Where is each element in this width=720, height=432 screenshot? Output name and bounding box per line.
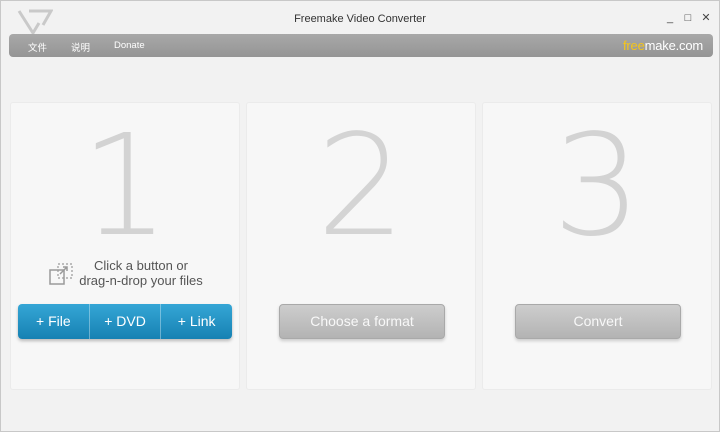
close-button[interactable]: ✕ <box>699 11 713 25</box>
add-link-button[interactable]: + Link <box>160 304 232 339</box>
step-panel-convert: 3 Convert <box>482 102 712 390</box>
step-number-1: 1 <box>80 105 170 268</box>
window-title: Freemake Video Converter <box>294 13 426 25</box>
brand-rest: make.com <box>644 38 704 53</box>
step-number-3: 3 <box>552 105 642 268</box>
step-panel-add[interactable]: 1 Click a button or drag-n-drop your fil… <box>10 102 240 390</box>
maximize-button[interactable]: □ <box>681 11 695 25</box>
menu-bar: 文件 说明 Donate freemake.com <box>9 34 713 57</box>
menu-donate[interactable]: Donate <box>114 40 145 51</box>
menu-help[interactable]: 说明 <box>71 40 90 54</box>
convert-button[interactable]: Convert <box>515 304 681 339</box>
brand-free: free <box>623 38 645 53</box>
minimize-button[interactable]: _ <box>663 11 677 25</box>
step-panel-format: 2 Choose a format <box>246 102 476 390</box>
title-bar[interactable]: Freemake Video Converter _ □ ✕ <box>1 1 719 35</box>
hint-line-2: drag-n-drop your files <box>79 273 203 288</box>
brand-link[interactable]: freemake.com <box>623 38 703 53</box>
hint-line-1: Click a button or <box>94 258 188 273</box>
app-window: Freemake Video Converter _ □ ✕ 文件 说明 Don… <box>0 0 720 432</box>
menu-file[interactable]: 文件 <box>28 40 47 54</box>
step-number-2: 2 <box>316 105 406 268</box>
add-buttons-group: + File + DVD + Link <box>18 304 232 339</box>
choose-format-button[interactable]: Choose a format <box>279 304 445 339</box>
add-file-button[interactable]: + File <box>18 304 89 339</box>
drop-hint: Click a button or drag-n-drop your files <box>51 258 231 288</box>
add-dvd-button[interactable]: + DVD <box>88 304 161 339</box>
